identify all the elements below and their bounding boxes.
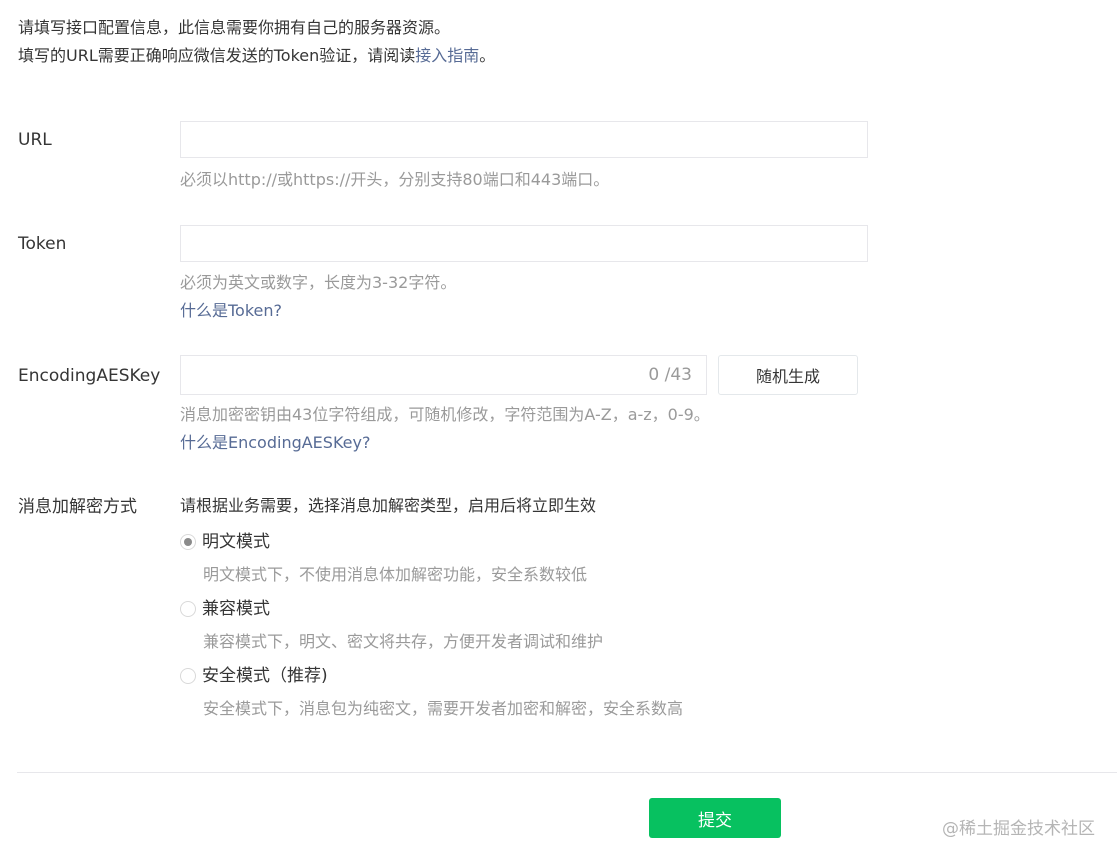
secure-mode-hint: 安全模式下，消息包为纯密文，需要开发者加密和解密，安全系数高 (203, 699, 684, 718)
radio-compatible-label: 兼容模式 (202, 599, 270, 619)
radio-unchecked-icon[interactable] (180, 601, 196, 617)
radio-secure-mode[interactable]: 安全模式（推荐) (180, 664, 328, 688)
aes-key-char-counter: 0 /43 (648, 365, 692, 385)
encryption-mode-label: 消息加解密方式 (18, 497, 137, 517)
radio-plaintext-label: 明文模式 (202, 532, 270, 552)
aes-key-input-wrapper: 0 /43 (180, 355, 707, 395)
aes-key-label: EncodingAESKey (18, 366, 161, 386)
intro-line-2-prefix: 填写的URL需要正确响应微信发送的Token验证，请阅读 (18, 46, 416, 65)
radio-plaintext-mode[interactable]: 明文模式 (180, 530, 270, 554)
footer-divider (17, 772, 1117, 773)
intro-line-2: 填写的URL需要正确响应微信发送的Token验证，请阅读接入指南。 (18, 42, 495, 70)
what-is-token-link[interactable]: 什么是Token? (180, 299, 282, 323)
aes-key-input[interactable] (181, 356, 706, 394)
intro-line-2-suffix: 。 (479, 46, 496, 65)
plaintext-mode-hint: 明文模式下，不使用消息体加解密功能，安全系数较低 (203, 565, 588, 584)
url-input-wrapper (180, 121, 868, 158)
token-hint: 必须为英文或数字，长度为3-32字符。 (180, 273, 457, 292)
radio-unchecked-icon[interactable] (180, 668, 196, 684)
radio-secure-label: 安全模式（推荐) (202, 666, 328, 686)
encryption-mode-description: 请根据业务需要，选择消息加解密类型，启用后将立即生效 (180, 496, 597, 515)
what-is-aes-key-link[interactable]: 什么是EncodingAESKey? (180, 431, 370, 455)
random-generate-button[interactable]: 随机生成 (718, 355, 858, 395)
radio-checked-icon[interactable] (180, 534, 196, 550)
intro-line-1: 请填写接口配置信息，此信息需要你拥有自己的服务器资源。 (18, 18, 451, 37)
url-label: URL (18, 130, 52, 150)
compatible-mode-hint: 兼容模式下，明文、密文将共存，方便开发者调试和维护 (203, 632, 604, 651)
interface-config-page: 请填写接口配置信息，此信息需要你拥有自己的服务器资源。 填写的URL需要正确响应… (0, 0, 1117, 859)
submit-button[interactable]: 提交 (649, 798, 781, 838)
aes-key-hint: 消息加密密钥由43位字符组成，可随机修改，字符范围为A-Z，a-z，0-9。 (180, 405, 710, 424)
token-input[interactable] (181, 226, 867, 261)
url-input[interactable] (181, 122, 867, 157)
url-hint: 必须以http://或https://开头，分别支持80端口和443端口。 (180, 170, 610, 189)
radio-compatible-mode[interactable]: 兼容模式 (180, 597, 270, 621)
access-guide-link[interactable]: 接入指南 (415, 46, 479, 65)
watermark: @稀土掘金技术社区 (942, 819, 1095, 839)
token-input-wrapper (180, 225, 868, 262)
token-label: Token (18, 234, 67, 254)
intro-text: 请填写接口配置信息，此信息需要你拥有自己的服务器资源。 填写的URL需要正确响应… (18, 14, 495, 70)
